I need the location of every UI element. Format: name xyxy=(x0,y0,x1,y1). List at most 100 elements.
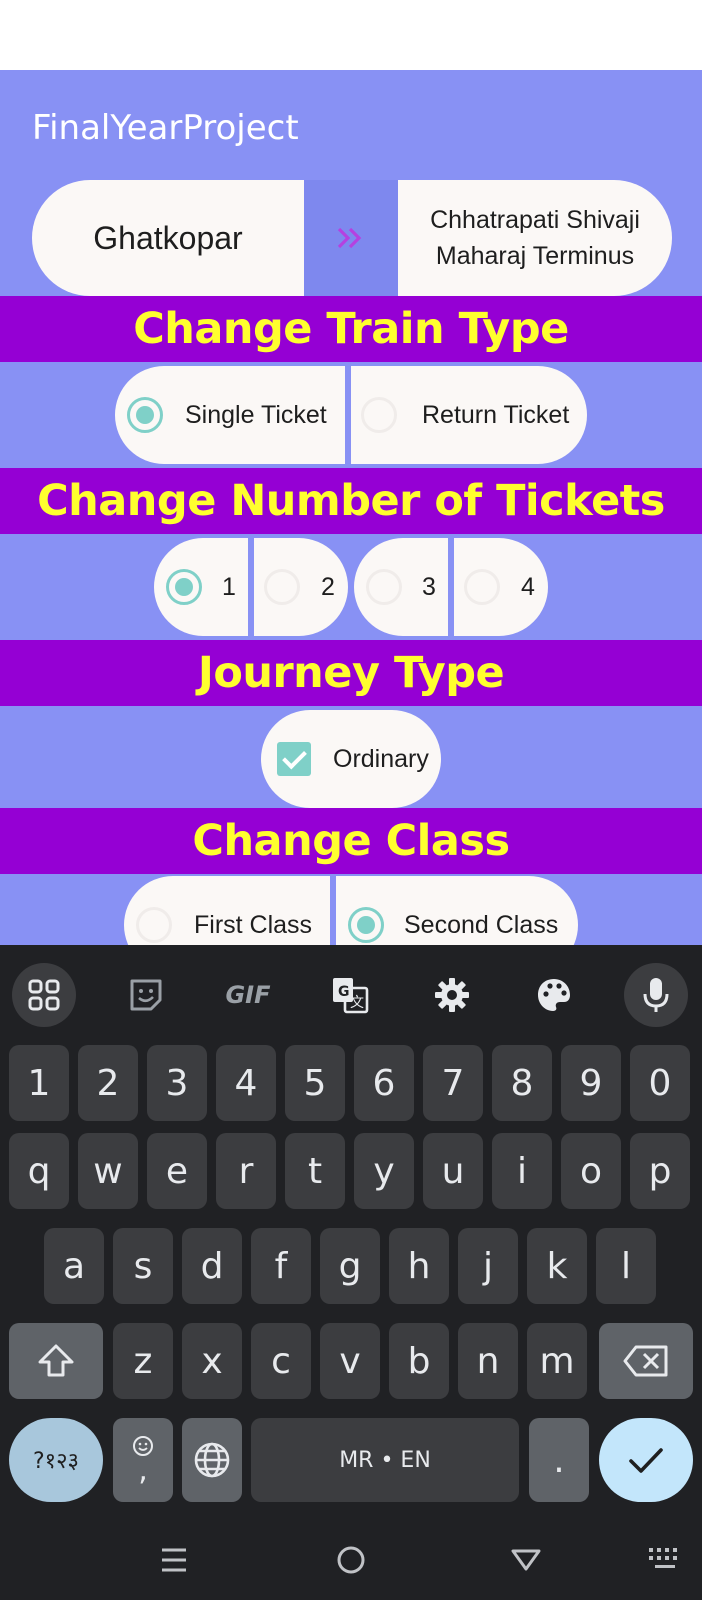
key-h[interactable]: h xyxy=(389,1228,449,1304)
key-z[interactable]: z xyxy=(113,1323,173,1399)
key-k[interactable]: k xyxy=(527,1228,587,1304)
soft-keyboard: GIF G文 1 2 3 4 5 6 7 8 9 0 q w e r t y u… xyxy=(0,945,702,1600)
sticker-icon[interactable] xyxy=(114,963,178,1027)
key-t[interactable]: t xyxy=(285,1133,345,1209)
option-label: 4 xyxy=(521,572,535,601)
enter-done-key[interactable] xyxy=(599,1418,693,1502)
journey-type-group: Ordinary xyxy=(0,710,702,808)
option-label: Second Class xyxy=(404,910,559,939)
globe-icon xyxy=(194,1442,230,1478)
swap-route-button[interactable] xyxy=(304,180,398,296)
system-navigation-bar xyxy=(0,1520,702,1600)
first-class-option[interactable]: First Class xyxy=(124,876,330,945)
key-p[interactable]: p xyxy=(630,1133,690,1209)
key-m[interactable]: m xyxy=(527,1323,587,1399)
recents-menu-icon[interactable] xyxy=(160,1546,188,1574)
key-7[interactable]: 7 xyxy=(423,1045,483,1121)
radio-unchecked-icon[interactable] xyxy=(361,397,397,433)
key-4[interactable]: 4 xyxy=(216,1045,276,1121)
route-selector: Ghatkopar Chhatrapati Shivaji Maharaj Te… xyxy=(32,180,672,296)
option-label: 3 xyxy=(422,572,436,601)
section-header-num-tickets: Change Number of Tickets xyxy=(0,468,702,534)
radio-unchecked-icon[interactable] xyxy=(136,907,172,943)
comma-label: , xyxy=(138,1453,148,1488)
key-i[interactable]: i xyxy=(492,1133,552,1209)
checkmark-icon xyxy=(629,1448,663,1473)
second-class-option[interactable]: Second Class xyxy=(336,876,578,945)
backspace-key[interactable] xyxy=(599,1323,693,1399)
shift-arrow-icon xyxy=(38,1344,74,1377)
radio-checked-icon[interactable] xyxy=(348,907,384,943)
section-header-journey-type: Journey Type xyxy=(0,640,702,706)
ordinary-checkbox-option[interactable]: Ordinary xyxy=(261,710,441,808)
key-9[interactable]: 9 xyxy=(561,1045,621,1121)
ticket-type-radio-group: Single Ticket Return Ticket xyxy=(0,366,702,464)
ticket-count-option-4[interactable]: 4 xyxy=(454,538,548,636)
from-station-label: Ghatkopar xyxy=(93,219,243,256)
key-g[interactable]: g xyxy=(320,1228,380,1304)
shift-key[interactable] xyxy=(9,1323,103,1399)
option-label: Single Ticket xyxy=(185,400,327,429)
settings-gear-icon[interactable] xyxy=(420,963,484,1027)
key-6[interactable]: 6 xyxy=(354,1045,414,1121)
key-f[interactable]: f xyxy=(251,1228,311,1304)
symbols-key[interactable]: ?१२३ xyxy=(9,1418,103,1502)
key-y[interactable]: y xyxy=(354,1133,414,1209)
home-circle-icon[interactable] xyxy=(336,1545,366,1575)
key-x[interactable]: x xyxy=(182,1323,242,1399)
return-ticket-option[interactable]: Return Ticket xyxy=(351,366,587,464)
radio-unchecked-icon[interactable] xyxy=(464,569,500,605)
key-o[interactable]: o xyxy=(561,1133,621,1209)
main-content[interactable]: Ghatkopar Chhatrapati Shivaji Maharaj Te… xyxy=(0,180,702,945)
translate-icon[interactable]: G文 xyxy=(318,963,382,1027)
to-station-button[interactable]: Chhatrapati Shivaji Maharaj Terminus xyxy=(398,180,672,296)
key-5[interactable]: 5 xyxy=(285,1045,345,1121)
key-n[interactable]: n xyxy=(458,1323,518,1399)
key-u[interactable]: u xyxy=(423,1133,483,1209)
microphone-icon[interactable] xyxy=(624,963,688,1027)
key-2[interactable]: 2 xyxy=(78,1045,138,1121)
key-c[interactable]: c xyxy=(251,1323,311,1399)
from-station-button[interactable]: Ghatkopar xyxy=(32,180,304,296)
option-label: 1 xyxy=(222,572,236,601)
key-3[interactable]: 3 xyxy=(147,1045,207,1121)
key-l[interactable]: l xyxy=(596,1228,656,1304)
key-8[interactable]: 8 xyxy=(492,1045,552,1121)
key-j[interactable]: j xyxy=(458,1228,518,1304)
single-ticket-option[interactable]: Single Ticket xyxy=(115,366,345,464)
radio-checked-icon[interactable] xyxy=(166,569,202,605)
gif-icon[interactable]: GIF xyxy=(216,963,280,1027)
radio-checked-icon[interactable] xyxy=(127,397,163,433)
option-label: Return Ticket xyxy=(422,400,570,429)
key-v[interactable]: v xyxy=(320,1323,380,1399)
space-key[interactable]: MR • EN xyxy=(251,1418,519,1502)
ticket-count-option-3[interactable]: 3 xyxy=(354,538,448,636)
key-1[interactable]: 1 xyxy=(9,1045,69,1121)
palette-icon[interactable] xyxy=(522,963,586,1027)
back-triangle-icon[interactable] xyxy=(510,1548,542,1572)
emoji-comma-key[interactable]: , xyxy=(113,1418,173,1502)
key-e[interactable]: e xyxy=(147,1133,207,1209)
ticket-count-option-2[interactable]: 2 xyxy=(254,538,348,636)
checkbox-checked-icon[interactable] xyxy=(277,742,311,776)
key-w[interactable]: w xyxy=(78,1133,138,1209)
apps-grid-icon[interactable] xyxy=(12,963,76,1027)
key-a[interactable]: a xyxy=(44,1228,104,1304)
key-0[interactable]: 0 xyxy=(630,1045,690,1121)
radio-unchecked-icon[interactable] xyxy=(264,569,300,605)
period-key[interactable]: . xyxy=(529,1418,589,1502)
key-b[interactable]: b xyxy=(389,1323,449,1399)
key-d[interactable]: d xyxy=(182,1228,242,1304)
app-title: FinalYearProject xyxy=(32,108,299,148)
svg-text:G: G xyxy=(338,984,350,1000)
key-s[interactable]: s xyxy=(113,1228,173,1304)
language-key[interactable] xyxy=(182,1418,242,1502)
key-r[interactable]: r xyxy=(216,1133,276,1209)
key-q[interactable]: q xyxy=(9,1133,69,1209)
radio-unchecked-icon[interactable] xyxy=(366,569,402,605)
keyboard-switcher-icon[interactable] xyxy=(648,1547,682,1573)
app-bar: FinalYearProject xyxy=(0,70,702,180)
ticket-count-option-1[interactable]: 1 xyxy=(154,538,248,636)
gif-label: GIF xyxy=(225,981,271,1009)
section-title: Journey Type xyxy=(197,648,505,698)
